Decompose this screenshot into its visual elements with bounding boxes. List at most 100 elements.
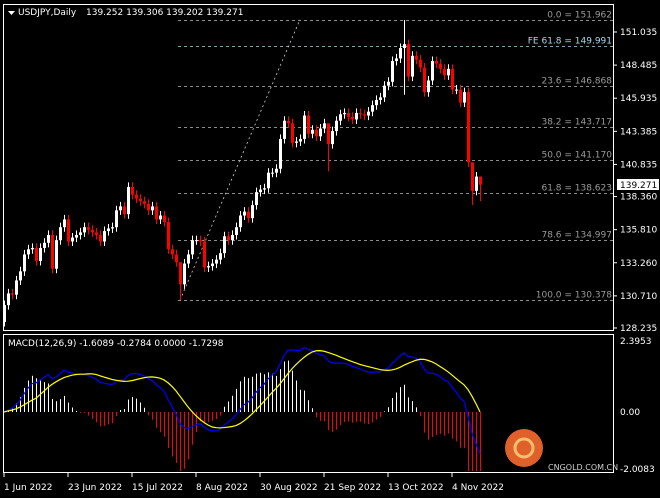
candle-body <box>123 206 126 215</box>
time-tick-label: 8 Aug 2022 <box>196 483 248 493</box>
candle-body <box>147 203 150 211</box>
fibonacci-levels: 0.0 = 151.962 FE 61.8 = 149.991 23.6 = 146… <box>178 11 613 301</box>
candle-body <box>335 120 338 132</box>
fib-level-label: 61.8 = 138.623 <box>541 184 612 194</box>
candle-body <box>79 232 82 235</box>
macd-axis-top: 2.3953 <box>620 337 652 347</box>
candle-body <box>99 234 102 242</box>
price-tick-label: 145.935 <box>620 94 657 104</box>
candle-body <box>447 68 450 76</box>
candle-body <box>235 227 238 235</box>
price-tick-label: 138.360 <box>620 193 657 203</box>
candle-body <box>467 92 470 163</box>
candle-body <box>63 219 66 228</box>
time-tick-label: 30 Aug 2022 <box>260 483 318 493</box>
candle-body <box>479 176 482 185</box>
candle-body <box>359 112 362 115</box>
candle-body <box>395 58 398 62</box>
dropdown-triangle-icon[interactable] <box>8 11 15 15</box>
candle-body <box>351 116 354 120</box>
watermark-site: CNGOLD.COM.CN <box>548 463 618 472</box>
candle-body <box>295 141 298 143</box>
chart-canvas: 0.0 = 151.962 FE 61.8 = 149.991 23.6 = 146… <box>3 4 659 493</box>
candle-body <box>51 234 54 269</box>
fib-level-label: 50.0 = 141.170 <box>541 151 612 161</box>
candle-body <box>423 67 426 93</box>
candle-body <box>363 114 366 116</box>
candle-body <box>371 105 374 112</box>
candle-body <box>87 227 90 230</box>
price-tick-label: 130.710 <box>620 292 657 302</box>
candle-body <box>319 128 322 137</box>
candle-body <box>375 99 378 106</box>
candle-body <box>83 227 86 233</box>
fib-level-label: 38.2 = 143.717 <box>541 118 612 128</box>
candle-body <box>403 44 406 49</box>
candle-body <box>195 240 198 242</box>
candle-body <box>91 229 94 233</box>
candle-body <box>327 123 330 145</box>
candle-body <box>427 80 430 93</box>
candle-body <box>143 201 146 204</box>
candle-body <box>119 206 122 211</box>
macd-axis-bottom: -2.0083 <box>620 465 655 475</box>
candle-body <box>415 55 418 60</box>
candle-body <box>155 206 158 220</box>
candle-body <box>115 210 118 228</box>
candle-body <box>187 254 190 264</box>
candle-body <box>167 221 170 250</box>
candle-body <box>339 114 342 121</box>
candle-body <box>67 219 70 242</box>
candle-body <box>135 194 138 199</box>
macd-legend: MACD(12,26,9) -1.6089 -0.2784 0.0000 -1.… <box>8 339 224 349</box>
candle-body <box>407 44 410 77</box>
candle-body <box>459 89 462 103</box>
candle-body <box>255 192 258 206</box>
candle-body <box>411 55 414 77</box>
candle-body <box>275 168 278 173</box>
candle-body <box>71 237 74 242</box>
candle-body <box>315 129 318 137</box>
candle-body <box>163 215 166 222</box>
candle-body <box>111 227 114 229</box>
candle-body <box>431 61 434 81</box>
candle-body <box>331 131 334 145</box>
candle-body <box>347 112 350 117</box>
candle-body <box>435 61 438 64</box>
fib-level-label: FE 61.8 = 149.991 <box>528 37 612 47</box>
candle-body <box>215 259 218 264</box>
cngold-logo-icon <box>505 429 543 467</box>
candle-body <box>471 162 474 191</box>
candle-body <box>455 89 458 91</box>
candle-body <box>19 271 22 281</box>
candle-body <box>175 254 178 263</box>
candle-body <box>191 240 194 255</box>
price-tick-label: 140.835 <box>620 160 657 170</box>
candle-body <box>11 293 14 295</box>
candle-body <box>267 172 270 189</box>
candle-body <box>211 263 214 267</box>
candle-body <box>263 188 266 190</box>
candle-body <box>311 129 314 134</box>
candle-body <box>35 247 38 261</box>
candle-body <box>299 138 302 142</box>
candle-body <box>283 120 286 139</box>
candle-body <box>251 205 254 219</box>
candle-body <box>183 263 186 285</box>
candle-body <box>27 249 30 255</box>
candle-body <box>439 63 442 69</box>
candle-body <box>151 206 154 211</box>
candle-body <box>15 280 18 295</box>
candle-body <box>31 247 34 250</box>
price-tick-label: 151.035 <box>620 28 657 38</box>
candle-body <box>271 172 274 174</box>
fib-level-label: 0.0 = 151.962 <box>547 11 612 21</box>
candle-body <box>391 61 394 82</box>
candle-body <box>243 211 246 216</box>
candle-body <box>207 266 210 268</box>
time-tick-label: 23 Jun 2022 <box>68 483 122 493</box>
ohlc-readout: 139.252 139.306 139.202 139.271 <box>86 8 243 18</box>
candle-body <box>383 85 386 98</box>
candle-body <box>203 241 206 268</box>
candle-body <box>419 59 422 68</box>
